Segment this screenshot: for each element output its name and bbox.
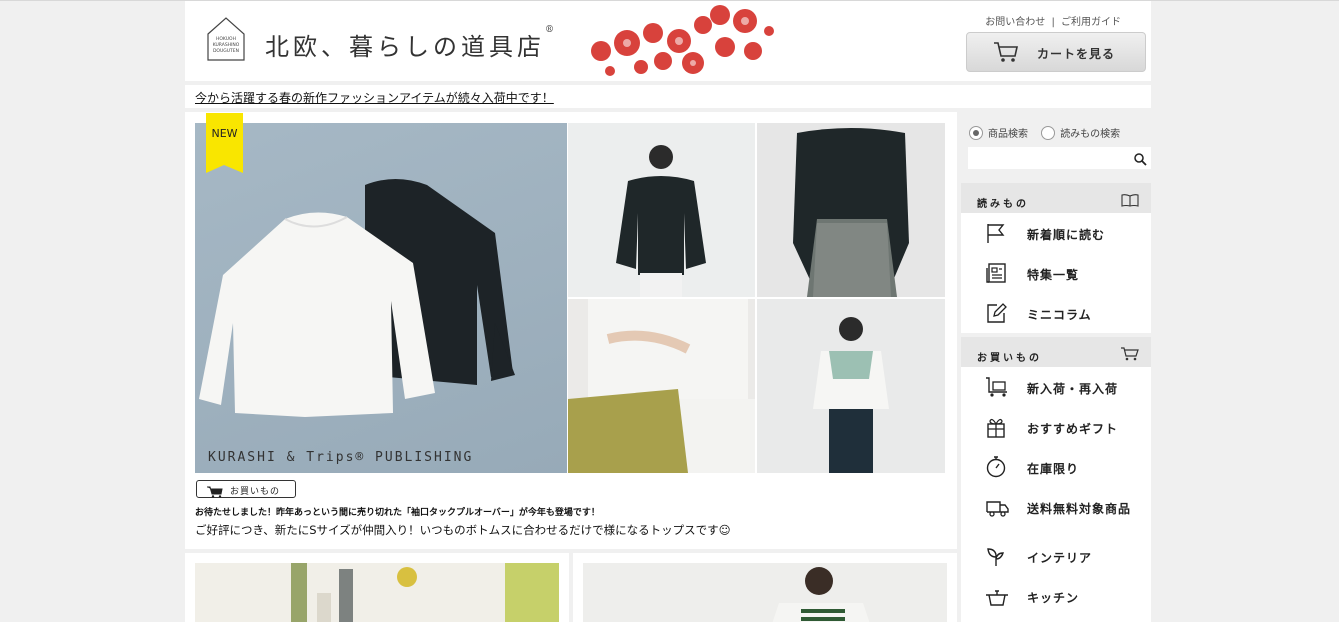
model-photo-1[interactable] xyxy=(568,123,755,297)
cart-icon xyxy=(207,483,223,502)
svg-text:KURASHINO: KURASHINO xyxy=(213,42,240,48)
announcement-link[interactable]: 今から活躍する春の新作ファッションアイテムが続々入荷中です！ xyxy=(195,89,554,106)
menu-item-label: 在庫限り xyxy=(1027,462,1080,476)
menu-item-gifts[interactable]: おすすめギフト xyxy=(961,407,1151,447)
radio-label: 商品検索 xyxy=(988,129,1028,140)
svg-text:HOKUOH: HOKUOH xyxy=(216,36,236,42)
site-title[interactable]: 北欧、暮らしの道具店® xyxy=(265,25,554,62)
radio-product-search[interactable]: 商品検索 xyxy=(969,125,1028,140)
radio-article-search[interactable]: 読みもの検索 xyxy=(1041,125,1120,140)
publishing-caption: KURASHI & Trips® PUBLISHING xyxy=(208,450,473,465)
feature-headline[interactable]: お待たせしました！昨年あっという間に売り切れた「袖口タックプルオーバー」が今年も… xyxy=(195,505,600,518)
menu-item-kitchen[interactable]: キッチン xyxy=(961,576,1151,616)
view-cart-label: カートを見る xyxy=(1037,47,1116,61)
cart-icon xyxy=(1121,346,1139,365)
pullover-photo: KURASHI & Trips® PUBLISHING xyxy=(199,179,515,465)
menu-item-mini-column[interactable]: ミニコラム xyxy=(961,293,1151,333)
feature-article[interactable]: KURASHI & Trips® PUBLISHING NEW お買いもの お待… xyxy=(185,112,957,549)
menu-item-new-arrivals[interactable]: 新入荷・再入荷 xyxy=(961,367,1151,407)
announcement-bar: 今から活躍する春の新作ファッションアイテムが続々入荷中です！ xyxy=(185,85,1151,108)
shopping-section-header[interactable]: お買いもの xyxy=(961,337,1151,367)
utility-links: お問い合わせ | ご利用ガイド xyxy=(985,13,1121,28)
menu-item-latest[interactable]: 新着順に読む xyxy=(961,213,1151,253)
guide-link[interactable]: ご利用ガイド xyxy=(1061,17,1121,28)
shop-tag-label: お買いもの xyxy=(230,487,281,497)
pot-icon xyxy=(985,585,1009,611)
shopping-section-list: 新入荷・再入荷 おすすめギフト 在庫限り 送料無料対象商品 インテリア キッチン xyxy=(961,367,1151,622)
feature-main-image[interactable]: KURASHI & Trips® PUBLISHING xyxy=(195,123,567,473)
new-badge-label: NEW xyxy=(211,127,238,140)
radio-dot-selected xyxy=(969,125,983,140)
article-card-1[interactable] xyxy=(185,553,569,622)
search-icon[interactable] xyxy=(1134,151,1147,170)
menu-item-interior[interactable]: インテリア xyxy=(961,536,1151,576)
menu-item-features[interactable]: 特集一覧 xyxy=(961,253,1151,293)
cart-box-icon xyxy=(985,376,1009,402)
menu-item-label: インテリア xyxy=(1027,551,1093,565)
article-card-2[interactable] xyxy=(573,553,957,622)
edit-icon xyxy=(985,302,1007,328)
flag-icon xyxy=(985,222,1007,248)
contact-link[interactable]: お問い合わせ xyxy=(985,17,1045,28)
flower-decoration-image xyxy=(591,5,774,76)
search-type-options: 商品検索 読みもの検索 xyxy=(969,125,1130,143)
link-separator: | xyxy=(1051,17,1055,28)
menu-item-label: ミニコラム xyxy=(1027,308,1092,322)
menu-item-label: 新入荷・再入荷 xyxy=(1027,382,1119,396)
truck-icon xyxy=(985,496,1009,522)
model-photo-2[interactable] xyxy=(757,123,945,297)
book-icon xyxy=(1121,192,1139,211)
gift-icon xyxy=(985,416,1007,442)
menu-item-free-shipping[interactable]: 送料無料対象商品 xyxy=(961,487,1151,527)
radio-label: 読みもの検索 xyxy=(1060,129,1121,140)
feature-description[interactable]: ご好評につき、新たにSサイズが仲間入り！いつものボトムスに合わせるだけで様になる… xyxy=(195,522,731,538)
section-title: お買いもの xyxy=(977,353,1042,364)
logo-house-icon[interactable]: HOKUOH KURASHINO DOUGUTEN xyxy=(206,16,246,62)
model-stripe-photo xyxy=(583,563,947,622)
cart-icon xyxy=(993,41,1019,67)
reading-section-header[interactable]: 読みもの xyxy=(961,183,1151,213)
new-badge: NEW xyxy=(206,113,243,173)
view-cart-button[interactable]: カートを見る xyxy=(966,32,1146,72)
menu-item-label: 特集一覧 xyxy=(1027,268,1080,282)
menu-item-limited-stock[interactable]: 在庫限り xyxy=(961,447,1151,487)
menu-item-label: おすすめギフト xyxy=(1027,422,1119,436)
svg-text:DOUGUTEN: DOUGUTEN xyxy=(213,48,239,54)
plant-icon xyxy=(985,545,1007,571)
newspaper-icon xyxy=(985,262,1007,288)
stopwatch-icon xyxy=(985,456,1007,482)
menu-item-label: 新着順に読む xyxy=(1027,228,1106,242)
shop-tag-button[interactable]: お買いもの xyxy=(196,480,296,498)
section-title: 読みもの xyxy=(977,199,1029,210)
socks-photo xyxy=(195,563,559,622)
radio-dot xyxy=(1041,125,1056,140)
search-input[interactable] xyxy=(968,147,1151,169)
menu-item-label: キッチン xyxy=(1027,591,1080,605)
menu-item-label: 送料無料対象商品 xyxy=(1027,502,1132,516)
model-photo-4[interactable] xyxy=(757,299,945,473)
site-header: HOKUOH KURASHINO DOUGUTEN 北欧、暮らしの道具店® お問… xyxy=(185,1,1151,81)
model-photo-3[interactable] xyxy=(568,299,755,473)
reading-section-list: 新着順に読む 特集一覧 ミニコラム xyxy=(961,213,1151,333)
